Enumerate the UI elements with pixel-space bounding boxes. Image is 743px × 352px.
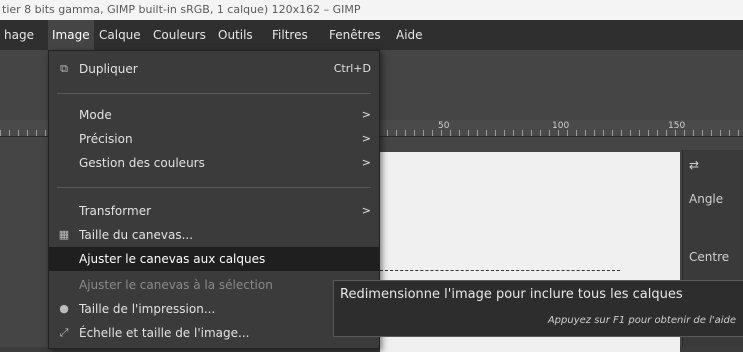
centre-label: Centre [689,250,730,264]
menu-filtres[interactable]: Filtres [268,20,312,50]
transform-icon: ⇄ [689,158,700,172]
menu-item-mode[interactable]: Mode > [49,103,379,127]
tooltip-text: Redimensionne l'image pour inclure tous … [340,287,683,302]
print-size-icon: ● [59,302,69,315]
menu-item-gestion-couleurs[interactable]: Gestion des couleurs > [49,151,379,175]
angle-label: Angle [689,192,724,206]
menu-item-dupliquer[interactable]: ⧉ Dupliquer Ctrl+D [49,57,379,81]
window-title-bar: tier 8 bits gamma, GIMP built-in sRGB, 1… [0,0,743,20]
submenu-arrow-icon: > [361,156,371,169]
menu-outils[interactable]: Outils [214,20,257,50]
window-title: tier 8 bits gamma, GIMP built-in sRGB, 1… [2,3,361,16]
menu-item-taille-canevas[interactable]: ▦ Taille du canevas... [49,223,379,247]
menubar: hage Image Calque Couleurs Outils Filtre… [0,20,743,50]
menu-item-ajuster-canevas-selection: Ajuster le canevas à la sélection [79,278,273,292]
submenu-arrow-icon: > [361,108,371,121]
canvas-size-icon: ▦ [58,228,70,241]
menu-separator [57,93,371,94]
menu-item-precision[interactable]: Précision > [49,127,379,151]
menu-couleurs[interactable]: Couleurs [149,20,210,50]
menu-item-transformer[interactable]: Transformer > [49,199,379,223]
ruler-label-50: 50 [438,121,450,131]
menu-image-partial[interactable]: hage [0,20,38,50]
menu-aide[interactable]: Aide [392,20,427,50]
menu-item-ajuster-canevas-calques[interactable]: Ajuster le canevas aux calques [49,247,379,271]
ruler-label-150: 150 [668,121,686,131]
tooltip: Redimensionne l'image pour inclure tous … [333,280,743,337]
submenu-arrow-icon: > [361,132,371,145]
image-menu-dropdown: ⧉ Dupliquer Ctrl+D Mode > Précision > Ge… [48,50,380,349]
layer-boundary [380,270,620,271]
scale-icon: ⤢ [59,326,69,339]
duplicate-icon: ⧉ [60,62,68,75]
submenu-arrow-icon: > [361,204,371,217]
tooltip-help-hint: Appuyez sur F1 pour obtenir de l'aide [547,315,736,326]
menu-item-taille-impression[interactable]: ● Taille de l'impression... [49,297,379,321]
menu-item-echelle-taille[interactable]: ⤢ Échelle et taille de l'image... [49,321,379,345]
menu-calque[interactable]: Calque [95,20,145,50]
menu-image[interactable]: Image [48,20,94,50]
menu-fenetres[interactable]: Fenêtres [325,20,385,50]
menu-separator [57,187,371,188]
shortcut-ctrl-d: Ctrl+D [333,62,371,75]
ruler-label-100: 100 [552,121,570,131]
